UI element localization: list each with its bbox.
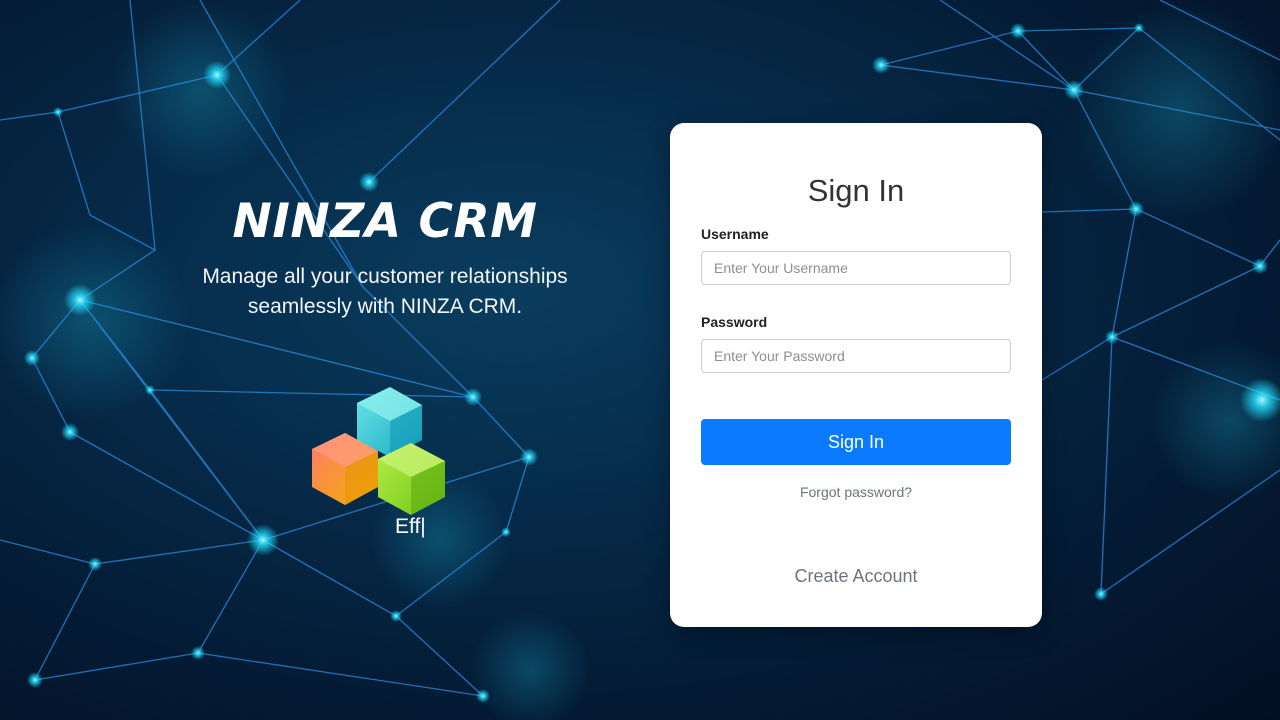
network-background <box>0 0 1280 720</box>
logo: Eff| <box>310 385 450 545</box>
brand-title: NINZA CRM <box>232 194 538 249</box>
sign-in-button[interactable]: Sign In <box>701 419 1011 465</box>
username-input[interactable] <box>701 251 1011 285</box>
forgot-password-link[interactable]: Forgot password? <box>701 483 1011 501</box>
password-input[interactable] <box>701 339 1011 373</box>
create-account-link[interactable]: Create Account <box>701 565 1011 587</box>
login-card: Sign In Username Password Sign In Forgot… <box>670 123 1042 627</box>
username-label: Username <box>701 226 769 242</box>
brand-tagline: Manage all your customer relationships s… <box>202 265 568 318</box>
brand-block: NINZA CRM Manage all your customer relat… <box>160 190 610 322</box>
login-title: Sign In <box>807 173 905 208</box>
login-page: NINZA CRM Manage all your customer relat… <box>0 0 1280 720</box>
logo-text: Eff| <box>395 515 426 538</box>
password-label: Password <box>701 314 768 330</box>
colored-cubes-logo-icon <box>312 387 445 515</box>
